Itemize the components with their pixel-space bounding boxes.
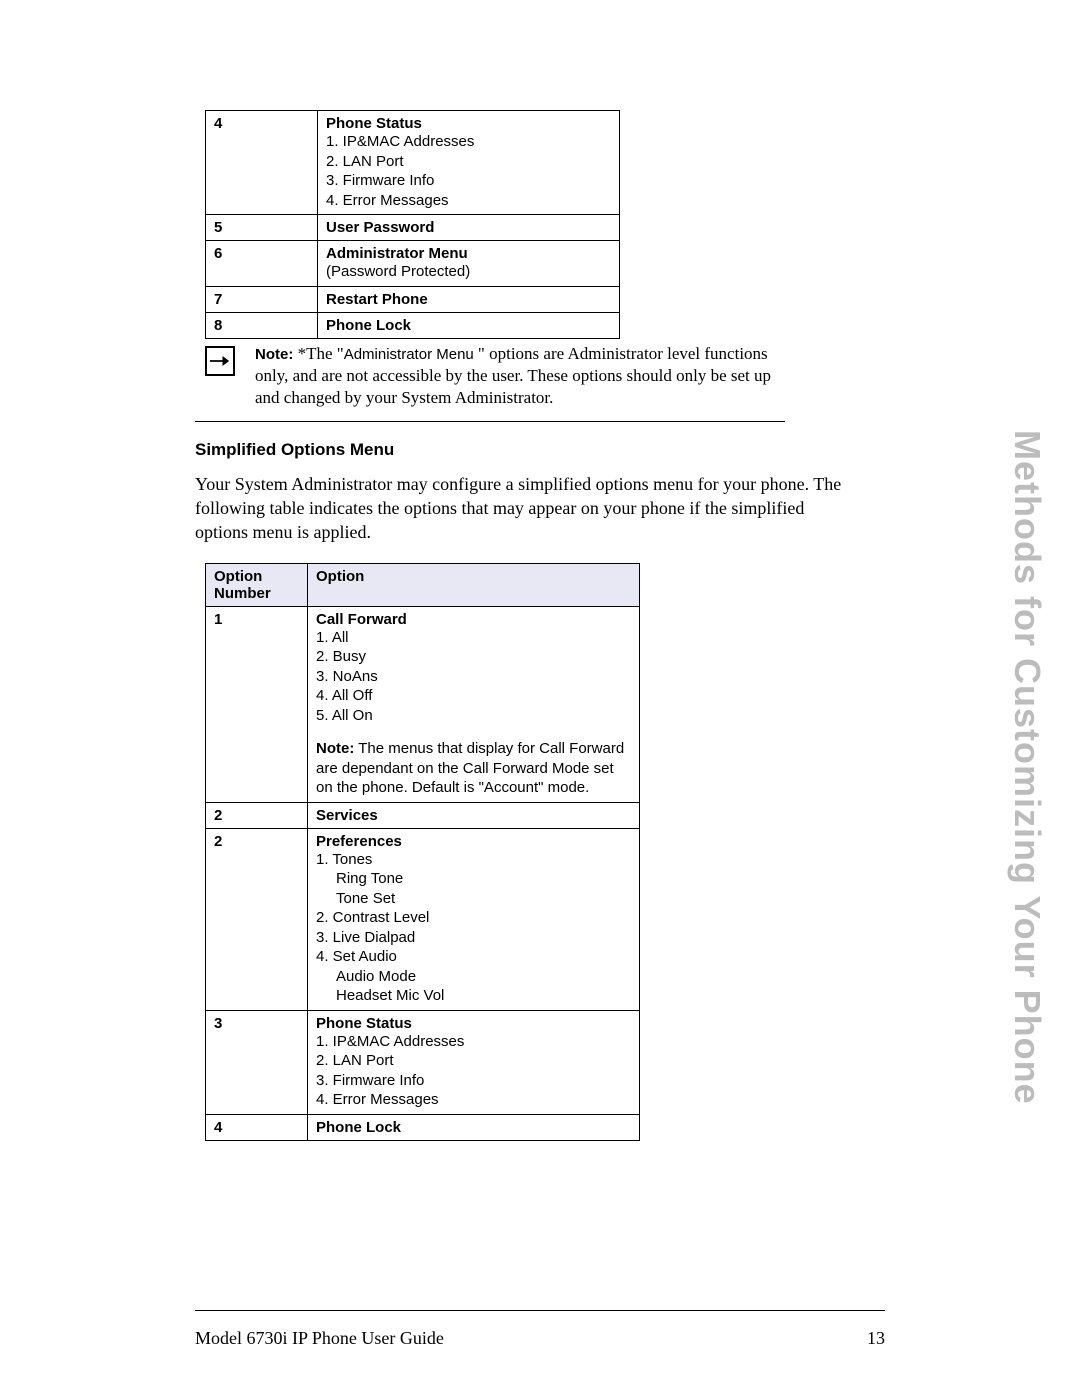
option-cell: Call Forward 1. All 2. Busy 3. NoAns 4. …: [308, 606, 640, 802]
table-row: 8 Phone Lock: [206, 312, 620, 338]
option-number: 1: [206, 606, 308, 802]
option-cell: User Password: [318, 215, 620, 241]
option-number: 3: [206, 1010, 308, 1114]
option-title: Phone Lock: [326, 317, 411, 334]
option-item: 1. IP&MAC Addresses: [326, 132, 611, 152]
option-item: 4. Error Messages: [316, 1090, 631, 1110]
table-row: 6 Administrator Menu (Password Protected…: [206, 241, 620, 287]
option-cell: Phone Lock: [308, 1114, 640, 1140]
option-cell: Preferences 1. Tones Ring Tone Tone Set …: [308, 828, 640, 1010]
option-item: 1. Tones: [316, 850, 631, 870]
option-number: 4: [206, 1114, 308, 1140]
option-number: 4: [206, 111, 318, 215]
option-cell: Phone Status 1. IP&MAC Addresses 2. LAN …: [318, 111, 620, 215]
option-title: User Password: [326, 219, 434, 236]
table-row: 3 Phone Status 1. IP&MAC Addresses 2. LA…: [206, 1010, 640, 1114]
option-number: 2: [206, 828, 308, 1010]
note-pre: *The ": [293, 344, 343, 363]
table-row: 4 Phone Lock: [206, 1114, 640, 1140]
option-title: Administrator Menu: [326, 245, 468, 262]
page-footer: Model 6730i IP Phone User Guide 13: [195, 1328, 885, 1349]
table-row: 7 Restart Phone: [206, 286, 620, 312]
col-header-option: Option: [308, 563, 640, 606]
option-subitem: Tone Set: [316, 889, 631, 909]
footer-divider: [195, 1310, 885, 1311]
arrow-right-icon: [205, 346, 235, 376]
inline-note-text: The menus that display for Call Forward …: [316, 740, 624, 796]
divider: [195, 421, 785, 422]
inline-note: Note: The menus that display for Call Fo…: [316, 739, 631, 798]
content-area: 4 Phone Status 1. IP&MAC Addresses 2. LA…: [195, 110, 885, 1141]
option-number: 2: [206, 802, 308, 828]
table-row: 2 Services: [206, 802, 640, 828]
option-item: 3. Firmware Info: [326, 171, 611, 191]
option-item: 3. Firmware Info: [316, 1071, 631, 1091]
option-item: 4. Set Audio: [316, 947, 631, 967]
note-block: Note: *The "Administrator Menu " options…: [205, 343, 785, 409]
option-subitem: Audio Mode: [316, 967, 631, 987]
simplified-options-table: Option Number Option 1 Call Forward 1. A…: [205, 563, 640, 1141]
section-heading: Simplified Options Menu: [195, 440, 885, 460]
footer-left: Model 6730i IP Phone User Guide: [195, 1328, 444, 1349]
option-item: 4. All Off: [316, 686, 631, 706]
option-title: Preferences: [316, 833, 402, 850]
option-item: 1. IP&MAC Addresses: [316, 1032, 631, 1052]
option-number: 8: [206, 312, 318, 338]
option-item: 2. LAN Port: [326, 152, 611, 172]
option-title: Call Forward: [316, 611, 407, 628]
table-row: 5 User Password: [206, 215, 620, 241]
option-number: 7: [206, 286, 318, 312]
option-subitem: Ring Tone: [316, 869, 631, 889]
note-text: Note: *The "Administrator Menu " options…: [255, 343, 785, 409]
option-item: 5. All On: [316, 706, 631, 726]
note-admin-menu: Administrator Menu: [344, 346, 478, 363]
col-header-number: Option Number: [206, 563, 308, 606]
note-label: Note:: [255, 346, 293, 363]
page: 4 Phone Status 1. IP&MAC Addresses 2. LA…: [0, 0, 1080, 1397]
option-title: Services: [316, 807, 378, 824]
table-header-row: Option Number Option: [206, 563, 640, 606]
option-item: 2. LAN Port: [316, 1051, 631, 1071]
table-row: 1 Call Forward 1. All 2. Busy 3. NoAns 4…: [206, 606, 640, 802]
table-row: 2 Preferences 1. Tones Ring Tone Tone Se…: [206, 828, 640, 1010]
option-cell: Services: [308, 802, 640, 828]
option-title: Phone Status: [326, 115, 422, 132]
option-number: 5: [206, 215, 318, 241]
option-title: Phone Status: [316, 1015, 412, 1032]
body-paragraph: Your System Administrator may configure …: [195, 472, 855, 545]
option-item: 3. Live Dialpad: [316, 928, 631, 948]
option-item: (Password Protected): [326, 262, 611, 282]
option-subitem: Headset Mic Vol: [316, 986, 631, 1006]
inline-note-label: Note:: [316, 740, 354, 757]
option-title: Restart Phone: [326, 291, 428, 308]
option-number: 6: [206, 241, 318, 287]
option-item: 2. Contrast Level: [316, 908, 631, 928]
table-row: 4 Phone Status 1. IP&MAC Addresses 2. LA…: [206, 111, 620, 215]
option-cell: Phone Lock: [318, 312, 620, 338]
option-cell: Restart Phone: [318, 286, 620, 312]
option-cell: Administrator Menu (Password Protected): [318, 241, 620, 287]
option-item: 1. All: [316, 628, 631, 648]
footer-page-number: 13: [867, 1328, 885, 1349]
option-item: 3. NoAns: [316, 667, 631, 687]
option-item: 4. Error Messages: [326, 191, 611, 211]
option-title: Phone Lock: [316, 1119, 401, 1136]
side-tab-title: Methods for Customizing Your Phone: [1006, 430, 1048, 1105]
option-item: 2. Busy: [316, 647, 631, 667]
top-options-table: 4 Phone Status 1. IP&MAC Addresses 2. LA…: [205, 110, 620, 339]
option-cell: Phone Status 1. IP&MAC Addresses 2. LAN …: [308, 1010, 640, 1114]
